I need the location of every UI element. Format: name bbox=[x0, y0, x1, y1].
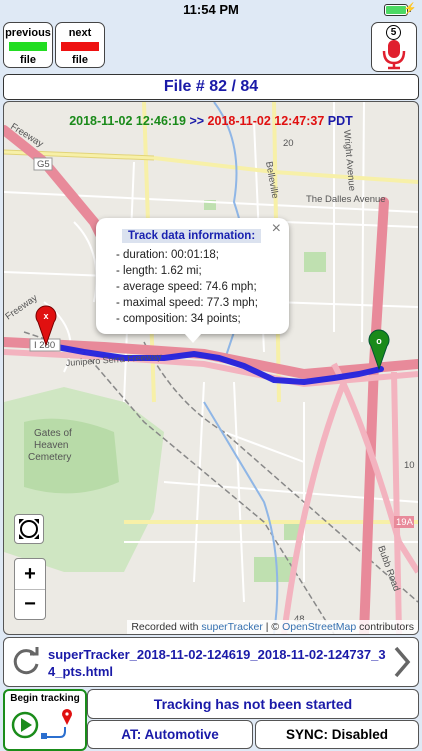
label-20: 20 bbox=[283, 138, 294, 149]
start-date: 2018-11-02 12:46:19 bbox=[69, 114, 186, 128]
label-belleville: Belleville bbox=[263, 161, 280, 200]
svg-text:o: o bbox=[376, 336, 382, 346]
play-route-icon bbox=[11, 709, 72, 739]
voice-command-button[interactable]: 5 bbox=[371, 22, 417, 72]
label-gates-3: Cemetery bbox=[28, 452, 71, 463]
label-10: 10 bbox=[404, 460, 415, 471]
date-separator: >> bbox=[189, 114, 205, 128]
fit-bounds-icon bbox=[19, 519, 39, 539]
tracking-status: Tracking has not been started bbox=[87, 689, 419, 719]
file-name-bar: superTracker_2018-11-02-124619_2018-11-0… bbox=[3, 637, 419, 687]
popup-length: - length: 1.62 mi; bbox=[116, 265, 202, 277]
zoom-in-button[interactable]: + bbox=[15, 559, 45, 590]
status-bar: 11:54 PM ⚡ bbox=[0, 0, 422, 20]
supertracker-link[interactable]: superTracker bbox=[201, 621, 262, 633]
label-gates-1: Gates of bbox=[34, 428, 72, 439]
next-label: next bbox=[68, 27, 92, 39]
chevron-right-icon[interactable] bbox=[390, 644, 414, 680]
zoom-out-button[interactable]: − bbox=[15, 589, 45, 619]
popup-title: Track data information: bbox=[122, 229, 262, 243]
label-wright: Wright Avenue bbox=[341, 129, 357, 191]
map-view[interactable]: G5 Freeway Freeway I 280 Junipero Serra … bbox=[3, 101, 419, 635]
next-file-label: file bbox=[72, 54, 88, 66]
microphone-icon bbox=[382, 40, 406, 70]
label-19a: 19A bbox=[396, 517, 414, 528]
zoom-control: + − bbox=[14, 558, 46, 620]
svg-text:x: x bbox=[43, 311, 48, 321]
close-icon[interactable]: × bbox=[272, 220, 281, 238]
status-time: 11:54 PM bbox=[183, 2, 239, 17]
openstreetmap-link[interactable]: OpenStreetMap bbox=[282, 621, 356, 633]
track-date-range: 2018-11-02 12:46:19 >> 2018-11-02 12:47:… bbox=[4, 114, 418, 128]
popup-maximal-speed: - maximal speed: 77.3 mph; bbox=[116, 297, 258, 309]
track-info-popup: × Track data information: - duration: 00… bbox=[96, 218, 289, 343]
begin-tracking-button[interactable]: Begin tracking bbox=[3, 689, 87, 751]
next-file-button[interactable]: next file bbox=[55, 22, 105, 68]
popup-average-speed: - average speed: 74.6 mph; bbox=[116, 281, 257, 293]
label-freeway-left: Freeway bbox=[4, 292, 40, 322]
popup-composition: - composition: 34 points; bbox=[116, 313, 241, 325]
previous-file-label: file bbox=[20, 54, 36, 66]
popup-duration: - duration: 00:01:18; bbox=[116, 249, 219, 261]
next-color-bar bbox=[61, 42, 99, 51]
fit-track-button[interactable] bbox=[14, 514, 44, 544]
end-date: 2018-11-02 12:47:37 bbox=[207, 114, 325, 128]
map-attribution: Recorded with superTracker | © OpenStree… bbox=[127, 620, 418, 634]
label-dalles: The Dalles Avenue bbox=[306, 194, 386, 205]
charging-icon: ⚡ bbox=[403, 3, 417, 15]
label-g5: G5 bbox=[37, 159, 50, 170]
file-index-title: File # 82 / 84 bbox=[3, 74, 419, 100]
previous-color-bar bbox=[9, 42, 47, 51]
timezone: PDT bbox=[327, 114, 353, 128]
refresh-icon[interactable] bbox=[8, 644, 44, 680]
previous-label: previous bbox=[5, 27, 51, 39]
label-gates-2: Heaven bbox=[34, 440, 68, 451]
sync-button[interactable]: SYNC: Disabled bbox=[255, 720, 419, 749]
file-name[interactable]: superTracker_2018-11-02-124619_2018-11-0… bbox=[48, 646, 388, 680]
activity-type-button[interactable]: AT: Automotive bbox=[87, 720, 253, 749]
begin-tracking-label: Begin tracking bbox=[10, 693, 80, 704]
map-canvas: G5 Freeway Freeway I 280 Junipero Serra … bbox=[4, 102, 418, 634]
previous-file-button[interactable]: previous file bbox=[3, 22, 53, 68]
